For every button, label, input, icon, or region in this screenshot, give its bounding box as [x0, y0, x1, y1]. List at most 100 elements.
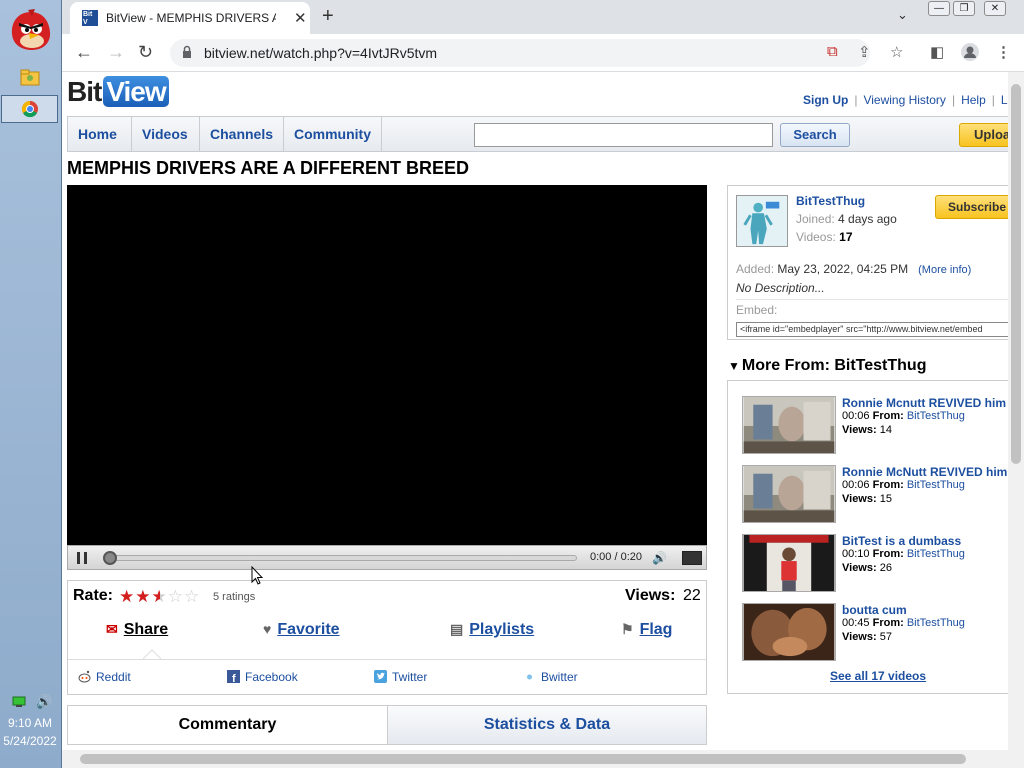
- flag-button[interactable]: ⚑ Flag: [621, 621, 672, 639]
- video-title-link[interactable]: Ronnie Mcnutt REVIVED him: [842, 396, 1006, 410]
- side-panel-icon[interactable]: ◧: [930, 43, 944, 61]
- close-window-button[interactable]: ✕: [984, 1, 1006, 16]
- vertical-scrollbar[interactable]: [1008, 72, 1024, 750]
- tab-search-chevron-icon[interactable]: ⌄: [897, 7, 908, 23]
- scroll-thumb[interactable]: [1011, 84, 1021, 464]
- angry-bird-icon[interactable]: [8, 8, 54, 52]
- star-rating[interactable]: ★★★☆☆: [119, 587, 200, 607]
- seek-bar[interactable]: [104, 555, 577, 561]
- sign-up-link[interactable]: Sign Up: [803, 93, 848, 107]
- half-star-icon[interactable]: ★: [152, 587, 168, 606]
- star-icon[interactable]: ☆: [184, 587, 200, 606]
- reddit-link[interactable]: Reddit: [78, 670, 131, 684]
- reload-icon[interactable]: ↻: [138, 42, 153, 63]
- bitview-logo[interactable]: Bit View: [67, 76, 169, 108]
- folder-icon[interactable]: [18, 66, 42, 90]
- twitter-link[interactable]: Twitter: [374, 670, 427, 684]
- rating-panel: Rate: ★★★☆☆ 5 ratings Views: 22 ✉ Share ♥…: [67, 580, 707, 695]
- top-links: Sign Up|Viewing History|Help|Lo: [803, 93, 1008, 107]
- more-from-list: Ronnie Mcnutt REVIVED him 00:06 From: Bi…: [727, 380, 1008, 694]
- tab-commentary[interactable]: Commentary: [68, 706, 388, 744]
- share-page-icon[interactable]: ⇪: [858, 43, 871, 61]
- video-player[interactable]: [67, 185, 707, 570]
- fullscreen-icon[interactable]: [682, 551, 702, 565]
- share-tag-icon: ✉: [106, 621, 118, 637]
- blocked-popup-icon[interactable]: ⧉: [827, 43, 838, 60]
- search-input[interactable]: [474, 123, 773, 147]
- more-info-link[interactable]: (More info): [918, 264, 971, 276]
- channel-avatar[interactable]: [736, 195, 788, 247]
- channel-link[interactable]: BitTestThug: [907, 617, 965, 629]
- video-title-link[interactable]: boutta cum: [842, 603, 907, 617]
- star-icon[interactable]: ★: [119, 587, 135, 606]
- profile-avatar-icon[interactable]: [960, 42, 980, 62]
- upload-button[interactable]: Upload: [959, 123, 1008, 147]
- pause-icon[interactable]: [77, 552, 87, 564]
- lock-icon[interactable]: [182, 45, 192, 59]
- subscribe-button[interactable]: Subscribe: [935, 195, 1008, 219]
- reddit-icon: [78, 670, 91, 683]
- bwitter-link[interactable]: Bwitter: [523, 670, 578, 684]
- address-bar[interactable]: bitview.net/watch.php?v=4IvtJRv5tvm: [170, 39, 870, 67]
- forward-icon[interactable]: →: [107, 42, 125, 63]
- nav-home[interactable]: Home: [68, 117, 132, 151]
- favorite-button[interactable]: ♥ Favorite: [263, 621, 340, 639]
- video-thumbnail[interactable]: [742, 603, 836, 661]
- embed-code-field[interactable]: <iframe id="embedplayer" src="http://www…: [736, 322, 1008, 337]
- network-icon[interactable]: [12, 696, 26, 708]
- volume-icon[interactable]: 🔊: [36, 694, 52, 710]
- video-title-link[interactable]: BitTest is a dumbass: [842, 534, 961, 548]
- more-from-header[interactable]: ▼ More From: BitTestThug: [728, 357, 926, 375]
- collapse-triangle-icon[interactable]: ▼: [728, 359, 740, 373]
- list-item[interactable]: BitTest is a dumbass 00:10 From: BitTest…: [742, 534, 1008, 594]
- playlists-button[interactable]: ▤ Playlists: [450, 621, 534, 639]
- see-all-videos-link[interactable]: See all 17 videos: [830, 669, 926, 683]
- help-link[interactable]: Help: [961, 93, 986, 107]
- facebook-link[interactable]: f Facebook: [227, 670, 298, 684]
- clock-date[interactable]: 5/24/2022: [0, 734, 60, 748]
- login-link[interactable]: Lo: [1001, 93, 1008, 107]
- video-thumbnail[interactable]: [742, 465, 836, 523]
- restore-button[interactable]: ❐: [953, 1, 975, 16]
- viewing-history-link[interactable]: Viewing History: [863, 93, 945, 107]
- browser-menu-icon[interactable]: ⋮: [996, 43, 1011, 61]
- scroll-thumb[interactable]: [80, 754, 966, 764]
- back-icon[interactable]: ←: [75, 42, 93, 63]
- star-icon[interactable]: ★: [135, 587, 151, 606]
- url-text[interactable]: bitview.net/watch.php?v=4IvtJRv5tvm: [204, 45, 437, 61]
- channel-name-link[interactable]: BitTestThug: [796, 194, 865, 208]
- tab-statistics[interactable]: Statistics & Data: [388, 706, 706, 744]
- videos-count: Videos: 17: [796, 230, 853, 244]
- bookmark-star-icon[interactable]: ☆: [890, 43, 903, 61]
- volume-icon[interactable]: 🔊: [652, 551, 667, 565]
- browser-tab[interactable]: Bit V BitView - MEMPHIS DRIVERS AR ✕: [70, 2, 310, 34]
- list-item[interactable]: boutta cum 00:45 From: BitTestThug Views…: [742, 603, 1008, 663]
- seek-handle[interactable]: [103, 551, 117, 565]
- video-description: No Description...: [736, 281, 825, 295]
- chrome-icon[interactable]: [18, 97, 42, 121]
- clock-time[interactable]: 9:10 AM: [0, 716, 60, 730]
- search-button[interactable]: Search: [780, 123, 850, 147]
- star-icon[interactable]: ☆: [168, 587, 184, 606]
- video-thumbnail[interactable]: [742, 396, 836, 454]
- video-thumbnail[interactable]: [742, 534, 836, 592]
- new-tab-icon[interactable]: +: [322, 5, 334, 28]
- video-views: Views: 15: [842, 493, 892, 505]
- channel-link[interactable]: BitTestThug: [907, 548, 965, 560]
- tab-title: BitView - MEMPHIS DRIVERS AR: [106, 11, 276, 25]
- horizontal-scrollbar[interactable]: [62, 750, 1024, 768]
- share-button[interactable]: ✉ Share: [106, 621, 168, 639]
- list-item[interactable]: Ronnie McNutt REVIVED him 00:06 From: Bi…: [742, 465, 1008, 525]
- nav-videos[interactable]: Videos: [132, 117, 200, 151]
- channel-link[interactable]: BitTestThug: [907, 410, 965, 422]
- added-date: Added: May 23, 2022, 04:25 PM (More info): [736, 262, 972, 276]
- player-controls: 0:00 / 0:20 🔊: [67, 545, 707, 570]
- tab-close-icon[interactable]: ✕: [294, 9, 307, 27]
- nav-channels[interactable]: Channels: [200, 117, 284, 151]
- nav-community[interactable]: Community: [284, 117, 382, 151]
- list-item[interactable]: Ronnie Mcnutt REVIVED him 00:06 From: Bi…: [742, 396, 1008, 456]
- video-title-link[interactable]: Ronnie McNutt REVIVED him: [842, 465, 1007, 479]
- minimize-button[interactable]: —: [928, 1, 950, 16]
- svg-text:f: f: [232, 673, 236, 683]
- channel-link[interactable]: BitTestThug: [907, 479, 965, 491]
